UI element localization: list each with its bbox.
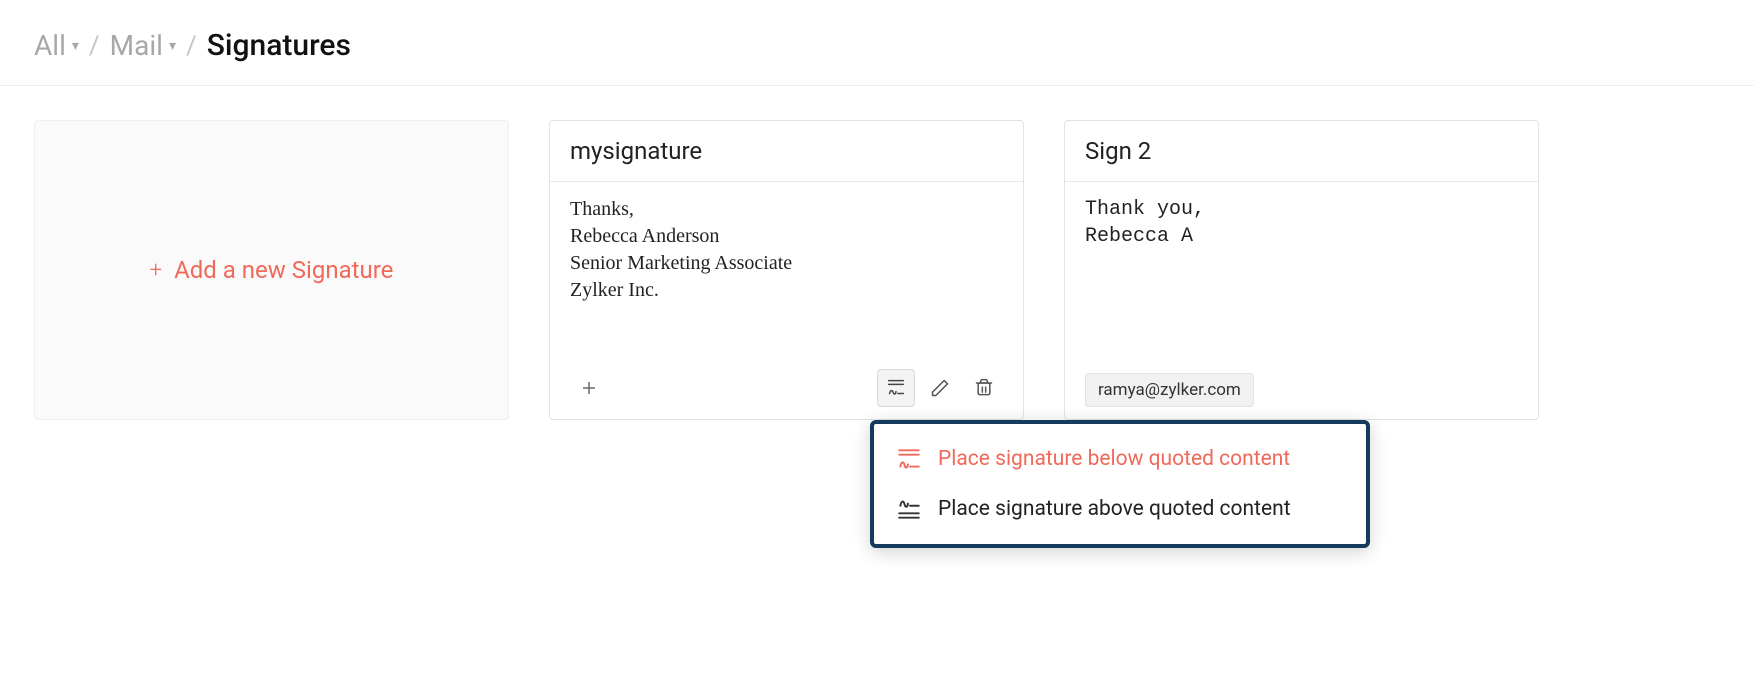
breadcrumb-label: All [34,29,66,62]
signature-card: Sign 2 Thank you, Rebecca A ramya@zylker… [1064,120,1539,420]
breadcrumb-separator: / [186,31,197,61]
placement-above-option[interactable]: Place signature above quoted content [874,484,1366,534]
signature-body: Thank you, Rebecca A [1065,182,1538,352]
breadcrumb-mail[interactable]: Mail ▾ [110,29,176,62]
signature-name: mysignature [550,121,1023,182]
page-title: Signatures [207,28,351,63]
add-signature-label: Add a new Signature [174,256,393,284]
delete-button[interactable] [965,369,1003,407]
chevron-down-icon: ▾ [72,38,79,54]
breadcrumb-separator: / [89,31,100,61]
email-chip[interactable]: ramya@zylker.com [1085,373,1254,407]
add-association-button[interactable] [570,369,608,407]
placement-button[interactable] [877,369,915,407]
option-label: Place signature above quoted content [938,497,1291,521]
signature-name: Sign 2 [1065,121,1538,182]
signature-card: mysignature Thanks, Rebecca Anderson Sen… [549,120,1024,420]
signature-body: Thanks, Rebecca Anderson Senior Marketin… [550,182,1023,352]
placement-below-option[interactable]: Place signature below quoted content [874,434,1366,484]
add-signature-card[interactable]: + Add a new Signature [34,120,509,420]
option-label: Place signature below quoted content [938,447,1290,471]
plus-icon: + [150,258,162,283]
edit-button[interactable] [921,369,959,407]
breadcrumb: All ▾ / Mail ▾ / Signatures [0,0,1754,86]
placement-dropdown: Place signature below quoted content Pla… [870,420,1370,548]
signature-footer: ramya@zylker.com [1065,363,1538,419]
chevron-down-icon: ▾ [169,38,176,54]
breadcrumb-all[interactable]: All ▾ [34,29,79,62]
breadcrumb-label: Mail [110,29,163,62]
signature-cards: + Add a new Signature mysignature Thanks… [0,86,1754,454]
signature-footer [550,359,1023,419]
